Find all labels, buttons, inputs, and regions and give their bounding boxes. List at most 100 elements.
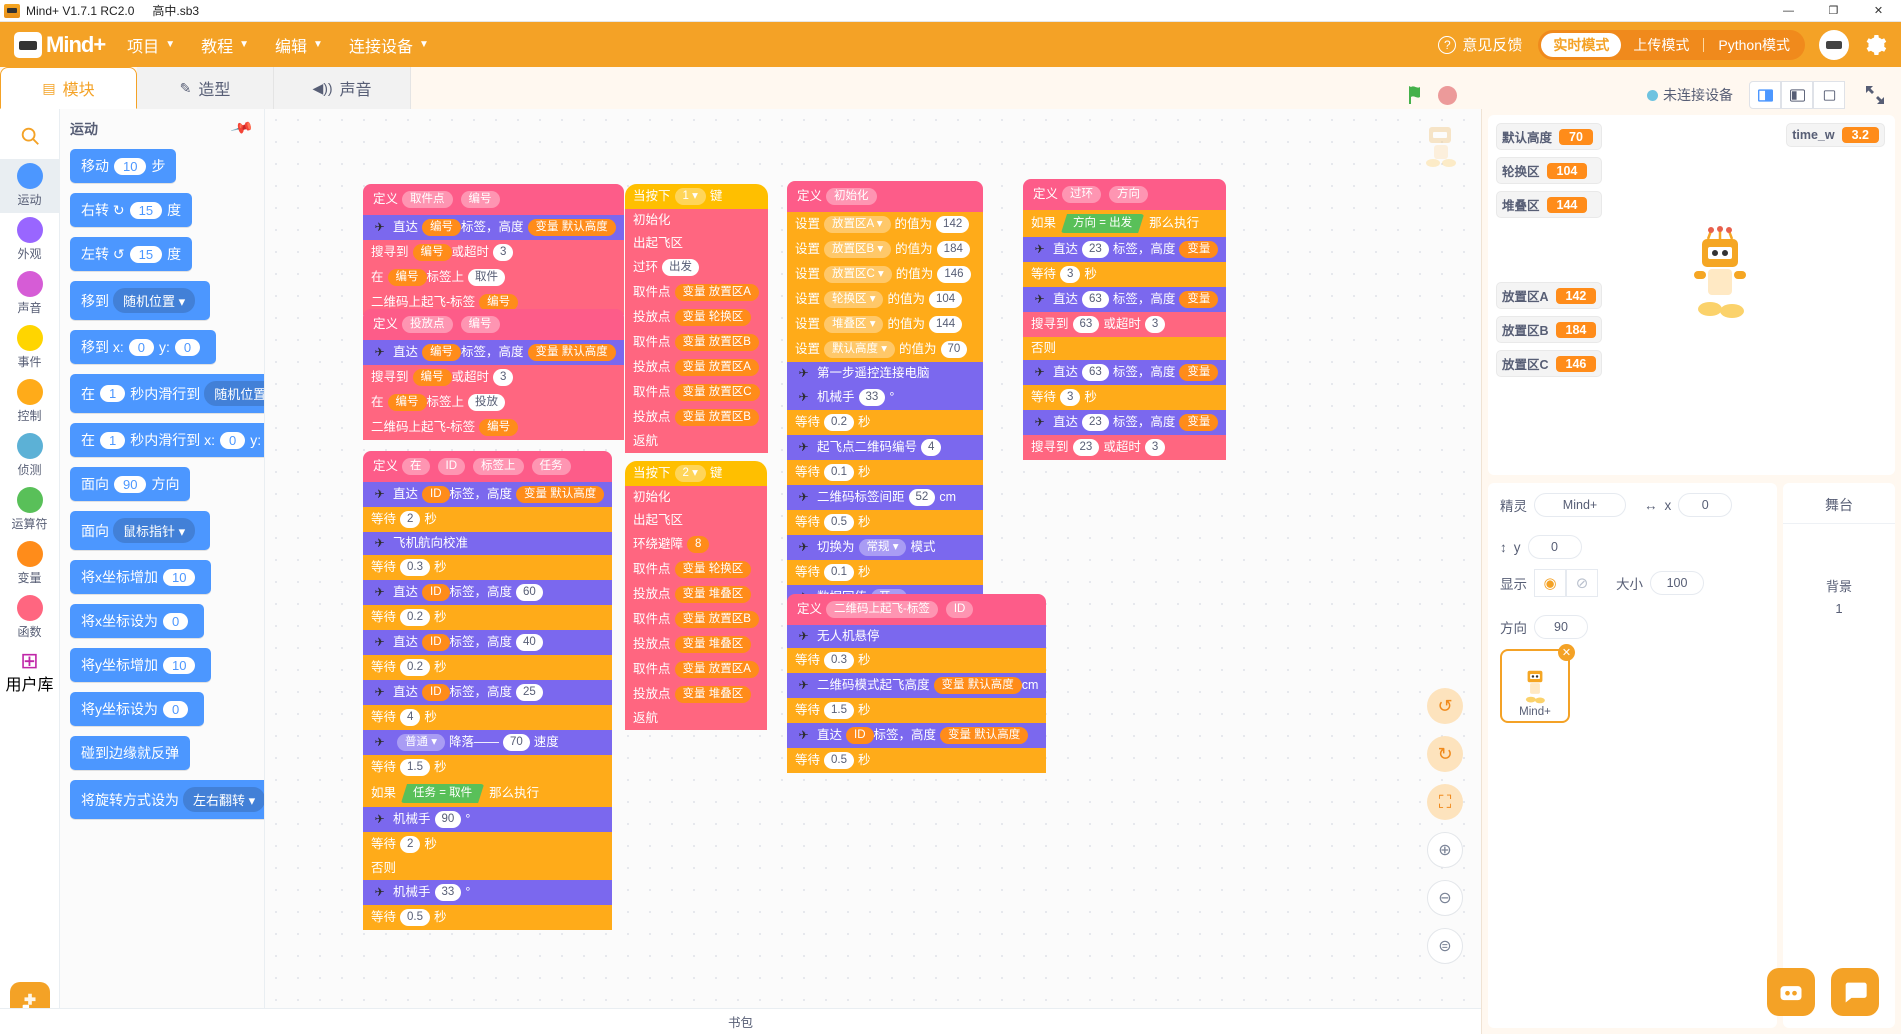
block-variable[interactable]: 8 <box>687 536 710 553</box>
block-variable[interactable]: 变量 轮换区 <box>674 561 752 578</box>
block-variable[interactable]: 变量 堆叠区 <box>674 586 752 603</box>
backpack-bar[interactable]: 书包 <box>0 1008 1481 1034</box>
script-block[interactable]: ✈ 直达 编号 标签，高度 变量 默认高度 <box>363 215 624 240</box>
zoom-out-icon[interactable]: ⊖ <box>1427 880 1463 916</box>
block-number-input[interactable]: 23 <box>1072 439 1100 456</box>
sidebar-item-looks[interactable]: 外观 <box>0 213 60 267</box>
block-number-input[interactable]: 4 <box>400 709 421 726</box>
block-number-input[interactable]: 3 <box>493 244 514 261</box>
stage-sprite-mindplus[interactable] <box>1684 225 1756 327</box>
block-number-input[interactable]: 3 <box>493 369 514 386</box>
eye-show-icon[interactable]: ◉ <box>1534 569 1566 597</box>
script-block[interactable]: ✈ 机械手 90 ° <box>363 807 613 832</box>
script-block[interactable]: 如果 方向 = 出发 那么执行 <box>1023 210 1227 237</box>
script-block[interactable]: 定义 投放点 编号 <box>363 309 624 340</box>
maximize-button[interactable]: ❐ <box>1811 0 1856 22</box>
tab-blocks[interactable]: ▤ 模块 <box>0 67 137 109</box>
monitor-stack-zone[interactable]: 堆叠区 144 <box>1496 191 1603 218</box>
script-block[interactable]: 等待 0.5 秒 <box>363 905 613 930</box>
script-block[interactable]: 等待 0.2 秒 <box>363 655 613 680</box>
script-block[interactable]: ✈ 机械手 33 ° <box>787 385 983 410</box>
block-number-input[interactable]: 投放 <box>468 394 506 411</box>
block-number-input[interactable]: 33 <box>434 884 462 901</box>
block-number-input[interactable]: 3 <box>1144 439 1166 456</box>
script-block[interactable]: 投放点 变量 放置区A <box>625 355 768 380</box>
menu-item-project[interactable]: 项目 ▼ <box>127 33 175 57</box>
block-variable[interactable]: 变量 放置区B <box>674 611 759 628</box>
block-dropdown[interactable]: 默认高度 ▾ <box>824 341 895 358</box>
script-block[interactable]: 取件点 变量 放置区A <box>625 657 767 682</box>
block-number-input[interactable]: 0.3 <box>400 559 431 576</box>
layout-full-stage-button[interactable] <box>1813 81 1845 109</box>
script-block[interactable]: 等待 0.1 秒 <box>787 460 983 485</box>
block-number-input[interactable]: 63 <box>1072 316 1100 333</box>
block-number-input[interactable]: 0.5 <box>824 752 855 769</box>
direction-input[interactable]: 90 <box>1534 615 1588 639</box>
block-number-input[interactable]: 90 <box>434 811 462 828</box>
script-stack-def-pickup[interactable]: 定义 取件点 编号 ✈ 直达 编号 标签，高度 变量 默认高度 搜寻到 编号 或超时 3 在编号 标签上取… <box>363 184 624 315</box>
block-variable[interactable]: ID <box>422 634 450 651</box>
block-dropdown[interactable]: 堆叠区 ▾ <box>824 316 884 333</box>
block-number-input[interactable]: 15 <box>129 245 163 263</box>
block-number-input[interactable]: 0 <box>174 338 201 356</box>
block-boolean-condition[interactable]: 方向 = 出发 <box>1061 214 1144 233</box>
script-stack-def-init[interactable]: 定义 初始化 设置 放置区A ▾ 的值为 142 设置 放置区B ▾ 的值为 184 设置 放置区C … <box>787 181 983 635</box>
block-variable[interactable]: 变量 <box>1179 241 1219 258</box>
palette-block[interactable]: 将旋转方式设为 左右翻转 ▾ <box>70 780 264 819</box>
script-block[interactable]: 等待 1.5 秒 <box>787 698 1047 723</box>
sprite-y-field[interactable]: ↕ y 0 <box>1500 535 1582 559</box>
robot-avatar-icon[interactable] <box>1819 29 1849 60</box>
y-input[interactable]: 0 <box>1527 535 1582 559</box>
block-variable[interactable]: 变量 默认高度 <box>527 344 616 361</box>
mode-upload[interactable]: 上传模式 <box>1621 33 1701 57</box>
block-number-input[interactable]: 70 <box>502 734 530 751</box>
block-argument[interactable]: 取件点 <box>402 191 453 208</box>
palette-block[interactable]: 移到 x: 0 y: 0 <box>70 330 217 364</box>
block-number-input[interactable]: 1 <box>100 431 126 449</box>
script-stack-key2[interactable]: 当按下 2 ▾ 键初始化 出起飞区 环绕避障 8 取件点 变量 轮换区 投放点 变量 堆叠区 取件点… <box>625 461 767 730</box>
script-block[interactable]: ✈ 直达 23 标签，高度 变量 <box>1023 410 1227 435</box>
script-block[interactable]: 等待 0.5 秒 <box>787 748 1047 773</box>
block-variable[interactable]: 编号 <box>422 219 462 236</box>
script-block[interactable]: 等待 4 秒 <box>363 705 613 730</box>
script-workspace[interactable]: 定义 取件点 编号 ✈ 直达 编号 标签，高度 变量 默认高度 搜寻到 编号 或超时 3 在编号 标签上取… <box>265 109 1481 1034</box>
mode-python[interactable]: Python模式 <box>1706 33 1802 57</box>
block-argument[interactable]: ID <box>945 601 974 618</box>
block-dropdown[interactable]: 普通 ▾ <box>397 734 445 751</box>
block-number-input[interactable]: 取件 <box>468 269 506 286</box>
script-block[interactable]: ✈ 直达 63 标签，高度 变量 <box>1023 360 1227 385</box>
script-stack-def-qrtakeoff[interactable]: 定义 二维码上起飞-标签 ID ✈ 无人机悬停 等待 0.3 秒 ✈ 二维码模式起飞高度 变量 默认… <box>787 594 1047 773</box>
script-block[interactable]: 等待 0.5 秒 <box>787 510 983 535</box>
sprite-name-input[interactable]: Mind+ <box>1534 493 1626 517</box>
block-number-input[interactable]: 184 <box>936 241 970 258</box>
script-block[interactable]: 当按下 1 ▾ 键 <box>625 184 768 209</box>
sidebar-item-control[interactable]: 控制 <box>0 375 60 429</box>
block-number-input[interactable]: 0.2 <box>400 609 431 626</box>
monitor-rotation-zone[interactable]: 轮换区 104 <box>1496 157 1603 184</box>
script-block[interactable]: 等待 0.2 秒 <box>787 410 983 435</box>
script-block[interactable]: ✈ 直达 23 标签，高度 变量 <box>1023 237 1227 262</box>
sprite-direction-field[interactable]: 方向 90 <box>1500 615 1588 639</box>
script-block[interactable]: 搜寻到 23 或超时 3 <box>1023 435 1227 460</box>
block-dropdown[interactable]: 随机位置 ▾ <box>113 288 196 313</box>
zoom-reset-icon[interactable]: ⊜ <box>1427 928 1463 964</box>
block-number-input[interactable]: 出发 <box>662 259 700 276</box>
feedback-button[interactable]: ? 意见反馈 <box>1438 34 1522 55</box>
menu-item-tutorial[interactable]: 教程 ▼ <box>201 33 249 57</box>
gear-icon[interactable] <box>1863 33 1887 57</box>
crop-icon[interactable]: ⛶ <box>1427 784 1463 820</box>
fullscreen-icon[interactable] <box>1863 83 1887 107</box>
menu-item-connect-device[interactable]: 连接设备 ▼ <box>349 33 429 57</box>
script-block[interactable]: ✈ 飞机航向校准 <box>363 532 613 555</box>
script-block[interactable]: 搜寻到 63 或超时 3 <box>1023 312 1227 337</box>
sprite-x-field[interactable]: ↔ x 0 <box>1644 493 1733 517</box>
block-variable[interactable]: 变量 放置区C <box>674 384 760 401</box>
palette-block[interactable]: 移动 10 步 <box>70 149 177 183</box>
script-block[interactable]: 等待 3 秒 <box>1023 262 1227 287</box>
block-argument[interactable]: 编号 <box>460 191 500 208</box>
block-number-input[interactable]: 0 <box>163 700 189 718</box>
block-variable[interactable]: ID <box>422 486 450 503</box>
block-dropdown[interactable]: 放置区A ▾ <box>824 216 891 233</box>
layout-small-stage-button[interactable] <box>1749 81 1781 109</box>
block-number-input[interactable]: 10 <box>163 656 196 674</box>
